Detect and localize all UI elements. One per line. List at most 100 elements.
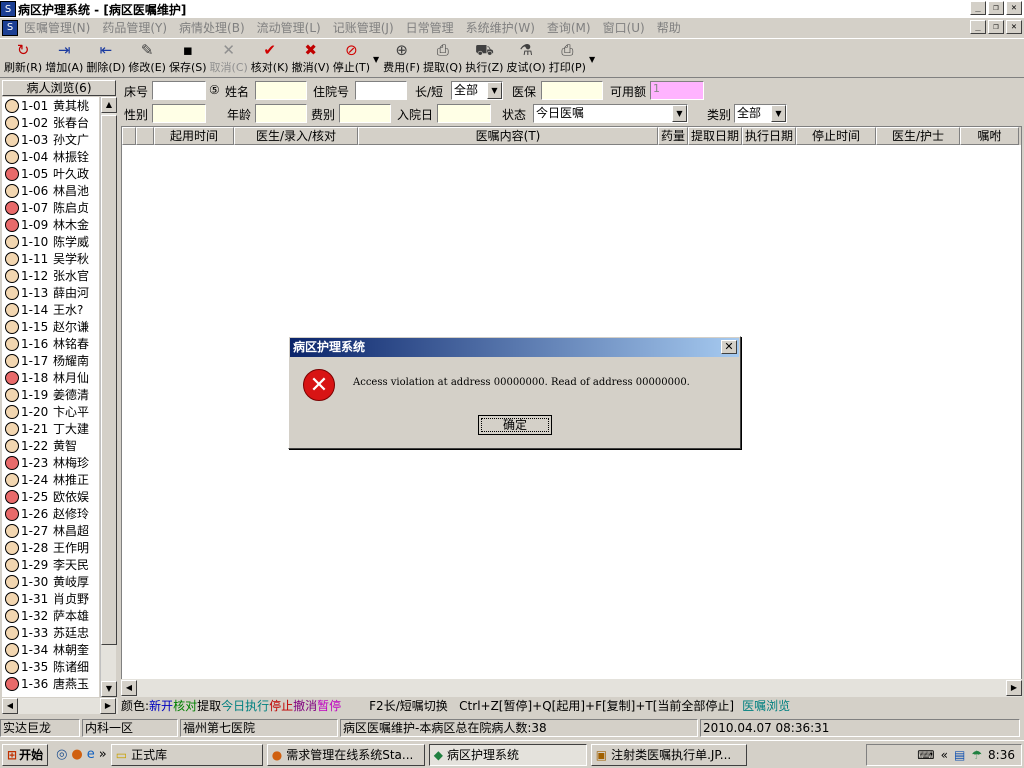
- patient-row[interactable]: 1-26 赵修玲: [2, 505, 99, 522]
- toolbar-button-fee[interactable]: ⊕ 费用(F): [383, 39, 420, 77]
- grid-col-stop-time[interactable]: 停止时间: [796, 127, 876, 145]
- clock[interactable]: 8:36: [988, 748, 1015, 762]
- insurance-input[interactable]: [541, 81, 603, 100]
- task-formal-db[interactable]: ▭ 正式库: [110, 743, 263, 766]
- patient-row[interactable]: 1-32 萨本雄: [2, 607, 99, 624]
- patient-list-header[interactable]: 病人浏览(6): [2, 80, 116, 96]
- toolbar-button-print[interactable]: ⎙ 打印(P): [549, 39, 586, 77]
- menu-help[interactable]: 帮助: [651, 19, 687, 36]
- scroll-left-arrow-icon[interactable]: ◀: [121, 680, 137, 696]
- toolbar-button-skin-test[interactable]: ⚗ 皮试(O): [506, 39, 545, 77]
- chevron-down-icon[interactable]: ▼: [771, 105, 786, 122]
- patient-row[interactable]: 1-07 陈启贞: [2, 199, 99, 216]
- scroll-right-arrow-icon[interactable]: ▶: [1006, 680, 1022, 696]
- toolbar-button-execute[interactable]: ⛟ 执行(Z): [465, 39, 503, 77]
- grid-col-instructions[interactable]: 嘱咐: [960, 127, 1019, 145]
- network-icon[interactable]: ▤: [954, 748, 965, 762]
- chevron-down-icon[interactable]: ▼: [487, 82, 502, 99]
- firefox-icon[interactable]: ●: [71, 747, 82, 762]
- menu-flow[interactable]: 流动管理(L): [251, 19, 327, 36]
- patient-row[interactable]: 1-33 苏廷忠: [2, 624, 99, 641]
- name-input[interactable]: [255, 81, 307, 100]
- toolbar-button-undo[interactable]: ✖ 撤消(V): [292, 39, 330, 77]
- patient-row[interactable]: 1-02 张春台: [2, 114, 99, 131]
- chevron-more-icon[interactable]: »: [99, 747, 107, 762]
- patient-row[interactable]: 1-29 李天民: [2, 556, 99, 573]
- patient-list-hscrollbar[interactable]: ◀ ▶: [2, 698, 118, 714]
- admit-date-input[interactable]: [437, 104, 491, 123]
- toolbar-button-stop[interactable]: ⊘ 停止(T): [333, 39, 370, 77]
- patient-row[interactable]: 1-19 姜德清: [2, 386, 99, 403]
- menu-condition[interactable]: 病情处理(B): [173, 19, 251, 36]
- task-nursing-system[interactable]: ◆ 病区护理系统: [428, 743, 587, 766]
- start-button[interactable]: ⊞ 开始: [2, 743, 49, 766]
- patient-row[interactable]: 1-21 丁大建: [2, 420, 99, 437]
- patient-row[interactable]: 1-35 陈诸细: [2, 658, 99, 675]
- scroll-down-arrow-icon[interactable]: ▼: [101, 681, 117, 697]
- status-select[interactable]: 今日医嘱 ▼: [533, 104, 688, 123]
- patient-list-scrollbar[interactable]: ▲ ▼: [100, 97, 117, 697]
- patient-row[interactable]: 1-23 林梅珍: [2, 454, 99, 471]
- long-short-select[interactable]: 全部 ▼: [451, 81, 503, 100]
- keyboard-icon[interactable]: ⌨: [917, 748, 934, 762]
- child-restore-button[interactable]: ❐: [988, 20, 1004, 34]
- grid-col-content[interactable]: 医嘱内容(T): [358, 127, 658, 145]
- grid-col-dosage[interactable]: 药量: [658, 127, 688, 145]
- patient-row[interactable]: 1-36 唐燕玉: [2, 675, 99, 692]
- patient-row[interactable]: 1-28 王作明: [2, 539, 99, 556]
- patient-row[interactable]: 1-16 林铭春: [2, 335, 99, 352]
- fee-type-input[interactable]: [339, 104, 391, 123]
- patient-row[interactable]: 1-10 陈学威: [2, 233, 99, 250]
- patient-row[interactable]: 1-22 黄智: [2, 437, 99, 454]
- scroll-thumb[interactable]: [101, 115, 117, 645]
- gender-input[interactable]: [152, 104, 206, 123]
- patient-row[interactable]: 1-01 黄其桃: [2, 97, 99, 114]
- patient-row[interactable]: 1-13 薛由河: [2, 284, 99, 301]
- dropdown-arrow-icon[interactable]: ▼: [373, 55, 379, 64]
- menu-system[interactable]: 系统维护(W): [460, 19, 541, 36]
- minimize-button[interactable]: _: [970, 1, 986, 15]
- menu-billing[interactable]: 记账管理(J): [327, 19, 400, 36]
- toolbar-button-save[interactable]: ▪ 保存(S): [169, 39, 207, 77]
- patient-row[interactable]: 1-24 林推正: [2, 471, 99, 488]
- chevron-down-icon[interactable]: ▼: [672, 105, 687, 122]
- patient-row[interactable]: 1-30 黄岐厚: [2, 573, 99, 590]
- patient-row[interactable]: 1-34 林朝奎: [2, 641, 99, 658]
- toolbar-button-edit[interactable]: ✎ 修改(E): [128, 39, 166, 77]
- admission-number-input[interactable]: [355, 81, 407, 100]
- dialog-title-bar[interactable]: 病区护理系统 ✕: [290, 338, 739, 357]
- menu-drugs[interactable]: 药品管理(Y): [96, 19, 173, 36]
- ie-icon[interactable]: e: [87, 747, 95, 762]
- bed-input[interactable]: [152, 81, 206, 100]
- scroll-left-arrow-icon[interactable]: ◀: [2, 698, 18, 714]
- toolbar-button-delete[interactable]: ⇤ 删除(D): [86, 39, 125, 77]
- patient-row[interactable]: 1-27 林昌超: [2, 522, 99, 539]
- scroll-right-arrow-icon[interactable]: ▶: [100, 698, 116, 714]
- toolbar-button-extract[interactable]: ⎙ 提取(Q): [423, 39, 462, 77]
- restore-button[interactable]: ❐: [988, 1, 1004, 15]
- patient-row[interactable]: 1-12 张水官: [2, 267, 99, 284]
- tray-expand-icon[interactable]: «: [941, 748, 948, 762]
- order-browse-link[interactable]: 医嘱浏览: [742, 699, 790, 713]
- patient-row[interactable]: 1-11 吴学秋: [2, 250, 99, 267]
- toolbar-button-check[interactable]: ✔ 核对(K): [251, 39, 289, 77]
- patient-row[interactable]: 1-14 王水?: [2, 301, 99, 318]
- category-select[interactable]: 全部 ▼: [734, 104, 787, 123]
- grid-col-start-time[interactable]: 起用时间: [154, 127, 234, 145]
- available-amount-input[interactable]: 1: [650, 81, 704, 100]
- ok-button[interactable]: 确定: [478, 415, 552, 435]
- grid-col-doctor-nurse[interactable]: 医生/护士: [876, 127, 960, 145]
- menu-window[interactable]: 窗口(U): [597, 19, 651, 36]
- menu-query[interactable]: 查询(M): [541, 19, 597, 36]
- settings-icon[interactable]: ◎: [56, 747, 67, 762]
- dropdown-arrow-icon[interactable]: ▼: [589, 55, 595, 64]
- patient-row[interactable]: 1-03 孙文广: [2, 131, 99, 148]
- child-close-button[interactable]: ✕: [1006, 20, 1022, 34]
- patient-row[interactable]: 1-17 杨耀南: [2, 352, 99, 369]
- task-injection-image[interactable]: ▣ 注射类医嘱执行单.JP...: [590, 743, 747, 766]
- patient-row[interactable]: 1-15 赵尔谦: [2, 318, 99, 335]
- grid-hscrollbar[interactable]: ◀ ▶: [121, 679, 1022, 697]
- umbrella-icon[interactable]: ☂: [971, 748, 982, 762]
- task-requirements[interactable]: ● 需求管理在线系统Sta...: [266, 743, 425, 766]
- app-icon[interactable]: S: [0, 1, 16, 17]
